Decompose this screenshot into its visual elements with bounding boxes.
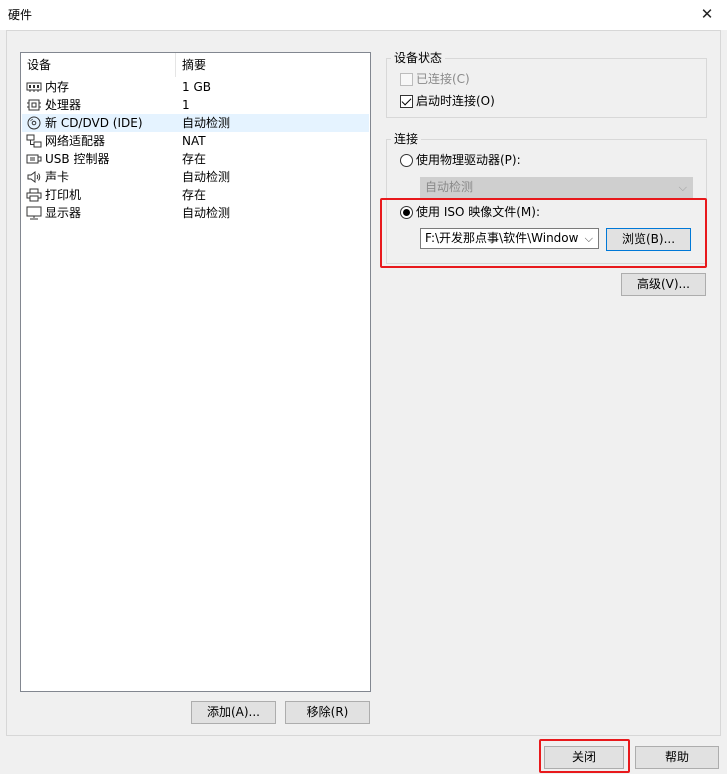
physical-drive-label: 使用物理驱动器(P):: [416, 153, 521, 167]
device-row-memory[interactable]: 内存 1 GB: [22, 78, 369, 96]
device-name: 处理器: [45, 98, 82, 112]
device-summary: 自动检测: [182, 206, 231, 220]
device-list-header: 设备 摘要: [21, 53, 370, 77]
device-name: 新 CD/DVD (IDE): [45, 116, 143, 130]
cd-dvd-icon: [27, 116, 41, 130]
close-button[interactable]: 关闭: [544, 746, 624, 769]
close-window-icon[interactable]: ✕: [697, 4, 717, 24]
device-row-printer[interactable]: 打印机 存在: [22, 186, 369, 204]
sound-card-icon: [27, 171, 41, 183]
device-row-cpu[interactable]: 处理器 1: [22, 96, 369, 114]
column-header-summary[interactable]: 摘要: [176, 53, 370, 77]
device-name: 网络适配器: [45, 134, 106, 148]
connected-label: 已连接(C): [416, 72, 470, 86]
help-button[interactable]: 帮助: [635, 746, 719, 769]
memory-icon: [26, 82, 42, 92]
device-row-network[interactable]: 网络适配器 NAT: [22, 132, 369, 150]
browse-button[interactable]: 浏览(B)...: [606, 228, 691, 251]
physical-drive-radio[interactable]: [400, 154, 413, 167]
device-name: 显示器: [45, 206, 82, 220]
device-list[interactable]: 设备 摘要 内存 1 GB 处理器 1 新 CD/DVD (IDE) 自动检测 …: [20, 52, 371, 692]
device-summary: 存在: [182, 152, 207, 166]
device-name: 内存: [45, 80, 70, 94]
device-status-group: [386, 58, 707, 118]
device-summary: 自动检测: [182, 170, 231, 184]
iso-image-radio[interactable]: [400, 206, 413, 219]
device-name: 声卡: [45, 170, 70, 184]
network-adapter-icon: [26, 134, 42, 148]
device-status-title: 设备状态: [391, 51, 446, 65]
device-row-display[interactable]: 显示器 自动检测: [22, 204, 369, 222]
device-summary: NAT: [182, 134, 206, 148]
physical-drive-select[interactable]: 自动检测 ⌵: [420, 177, 693, 198]
device-row-cd-dvd[interactable]: 新 CD/DVD (IDE) 自动检测: [22, 114, 369, 132]
iso-path-combo[interactable]: F:\开发那点事\软件\Window ⌵: [420, 228, 599, 249]
device-name: 打印机: [45, 188, 82, 202]
connection-title: 连接: [391, 132, 422, 146]
connect-at-power-on-label: 启动时连接(O): [416, 94, 495, 108]
advanced-button[interactable]: 高级(V)...: [621, 273, 706, 296]
device-row-usb[interactable]: USB 控制器 存在: [22, 150, 369, 168]
device-name: USB 控制器: [45, 152, 110, 166]
chevron-down-icon: ⌵: [678, 181, 687, 194]
column-header-device[interactable]: 设备: [21, 53, 176, 77]
device-row-sound[interactable]: 声卡 自动检测: [22, 168, 369, 186]
cpu-icon: [27, 99, 41, 111]
device-summary: 1 GB: [182, 80, 211, 94]
add-device-button[interactable]: 添加(A)...: [191, 701, 276, 724]
iso-image-label: 使用 ISO 映像文件(M):: [416, 205, 540, 219]
device-summary: 自动检测: [182, 116, 231, 130]
usb-icon: [26, 154, 42, 164]
printer-icon: [26, 188, 42, 202]
iso-path-value: F:\开发那点事\软件\Window: [425, 231, 579, 245]
remove-device-button[interactable]: 移除(R): [285, 701, 370, 724]
title-bar: 硬件 ✕: [0, 0, 727, 30]
chevron-down-icon: ⌵: [582, 229, 593, 248]
device-summary: 存在: [182, 188, 207, 202]
connected-checkbox[interactable]: [400, 73, 413, 86]
monitor-icon: [26, 206, 42, 220]
connect-at-power-on-checkbox[interactable]: [400, 95, 413, 108]
physical-drive-value: 自动检测: [425, 180, 474, 194]
window-title: 硬件: [8, 8, 33, 22]
device-summary: 1: [182, 98, 190, 112]
